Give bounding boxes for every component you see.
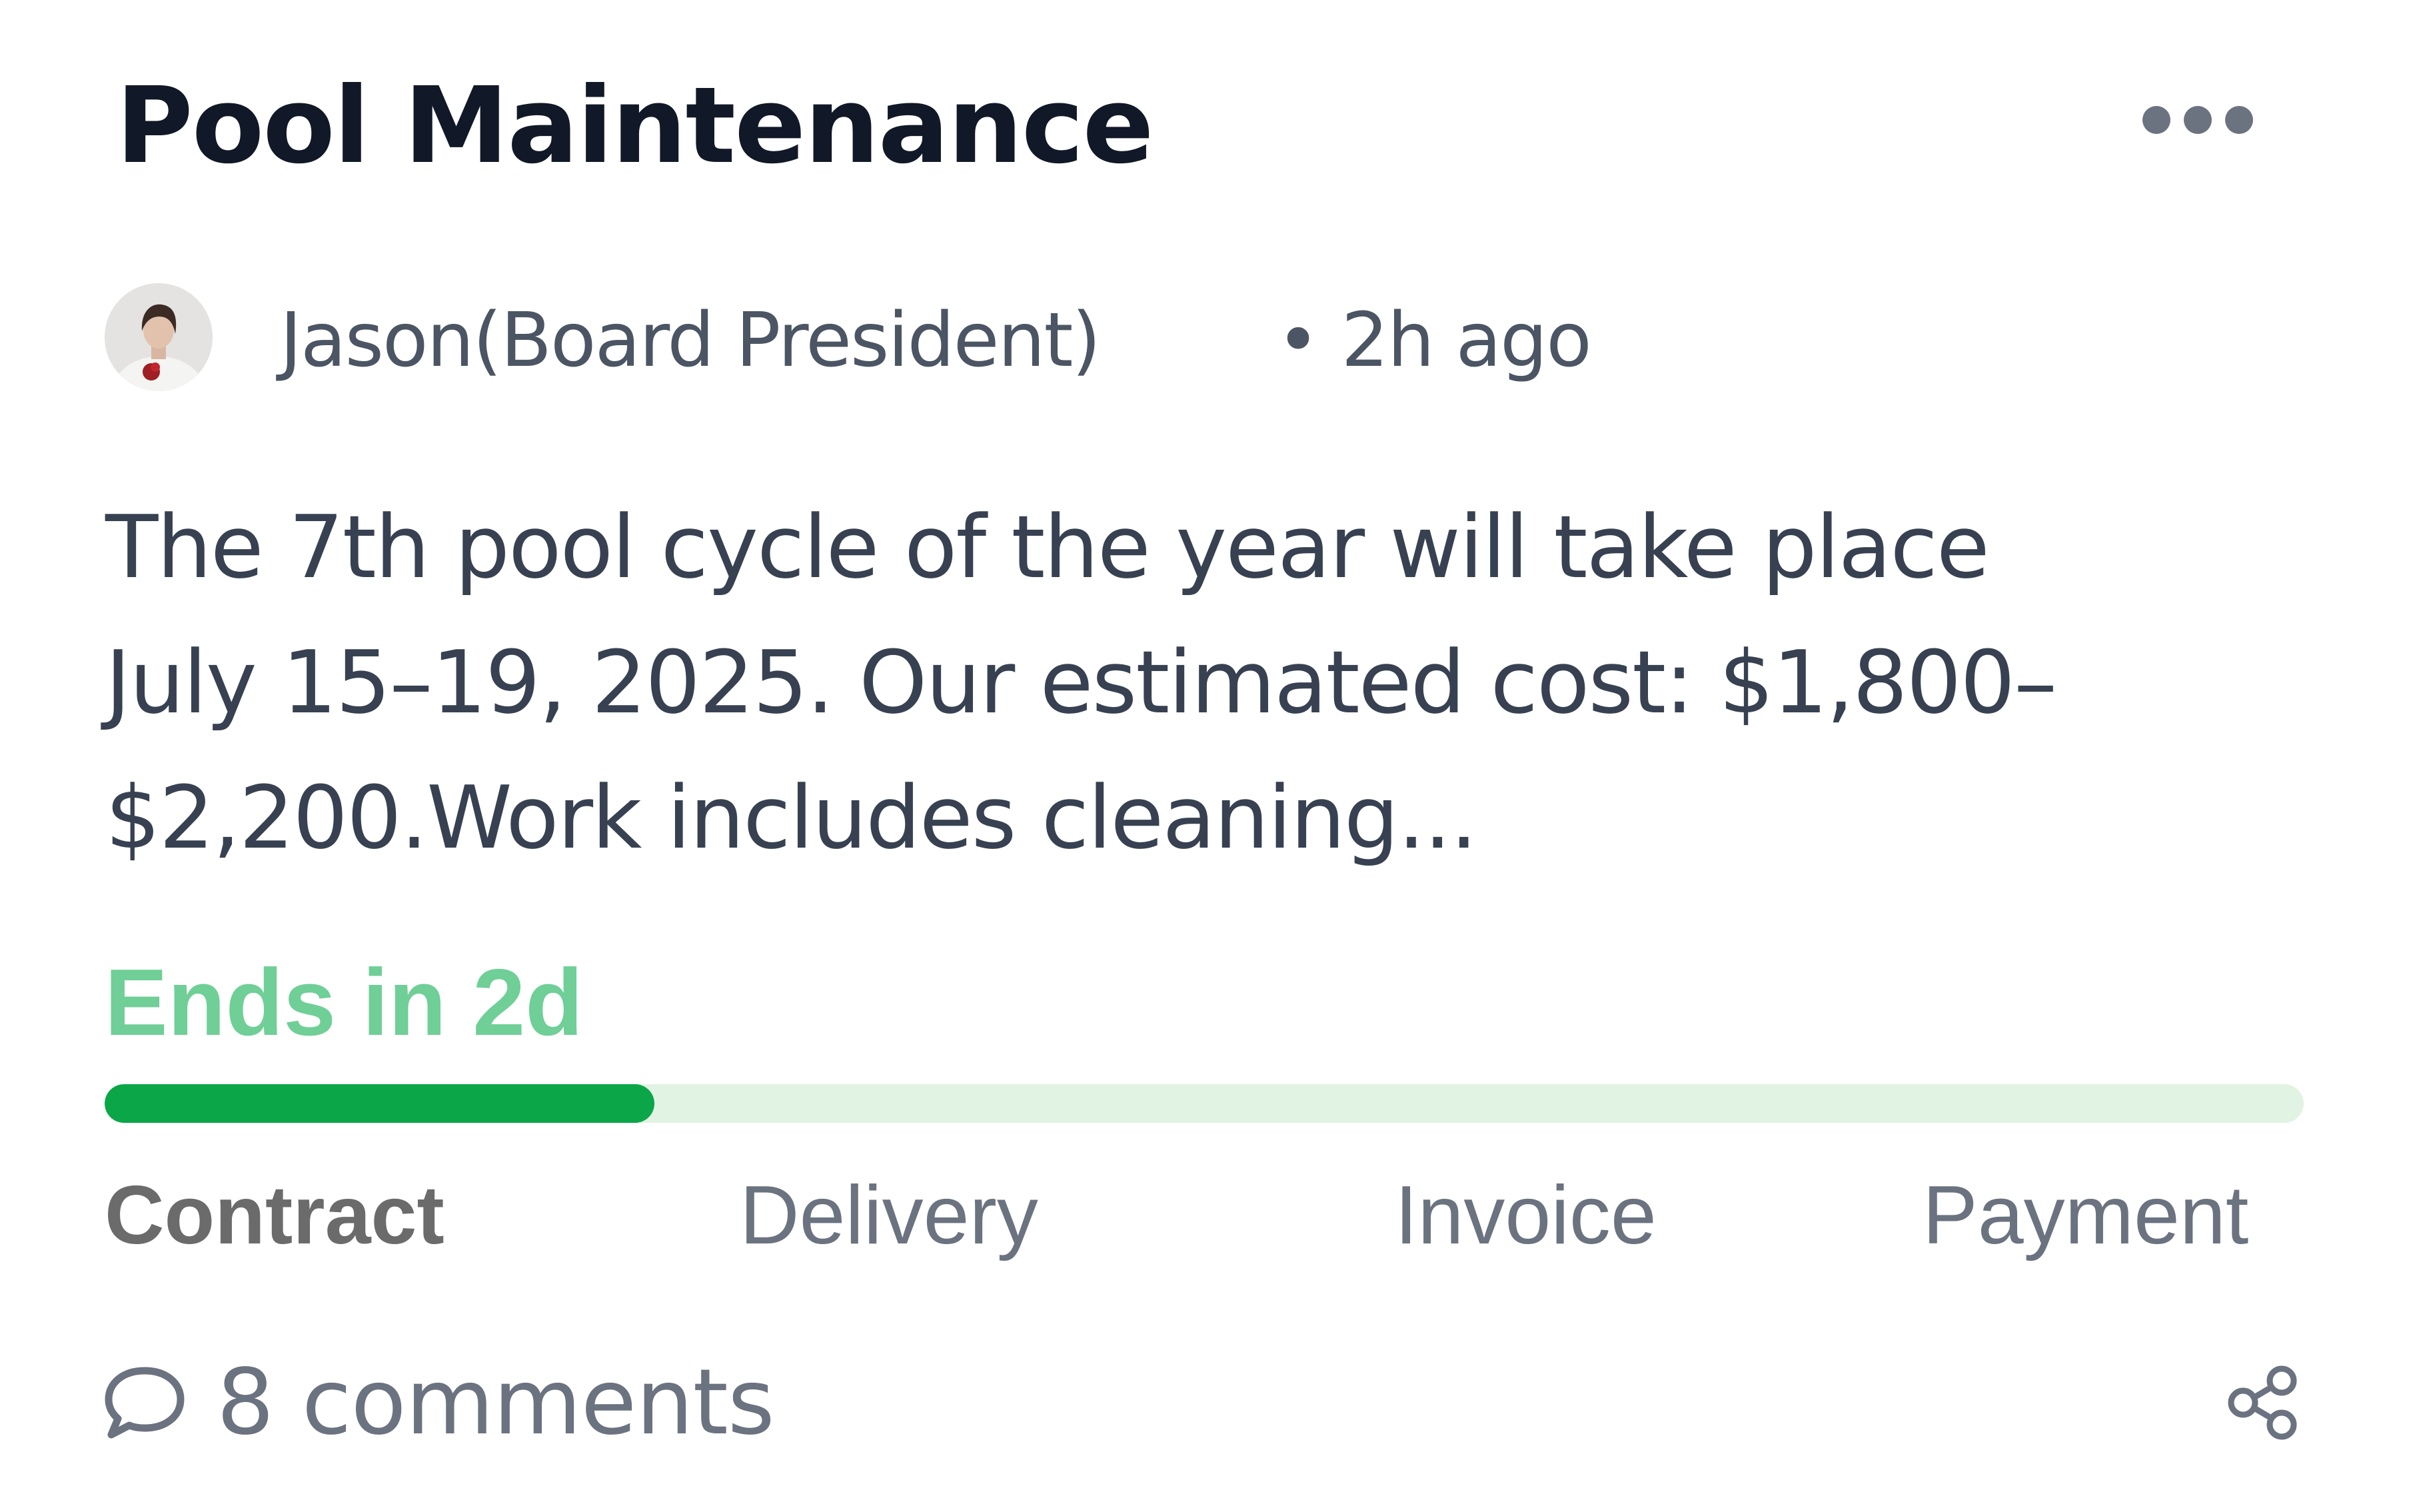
progress-bar [105,1084,2304,1123]
deadline-label: Ends in 2d [105,950,583,1056]
stage-delivery[interactable]: Delivery [740,1166,1038,1265]
share-button[interactable] [2224,1363,2304,1443]
more-options-button[interactable] [2142,97,2269,143]
author-name[interactable]: Jason(Board President) [280,299,1101,382]
stage-invoice[interactable]: Invoice [1395,1166,1657,1265]
comment-bubble-icon [105,1367,185,1439]
avatar[interactable] [105,283,213,391]
post-card: Pool Maintenance Jason(Board President) … [0,0,2409,1512]
comments-count: 8 comments [217,1350,775,1455]
progress-bar-fill [105,1084,654,1123]
more-dot-icon [2142,106,2170,134]
post-title: Pool Maintenance [116,65,1154,187]
stage-payment[interactable]: Payment [1923,1166,2248,1265]
post-body-line: The 7th pool cycle of the year will take… [105,496,1990,598]
more-dot-icon [2225,106,2253,134]
share-icon [2228,1365,2297,1440]
post-body-line: July 15–19, 2025. Our estimated cost: $1… [105,632,2057,733]
avatar-image-icon [105,283,213,391]
more-dot-icon [2184,106,2212,134]
post-timestamp: • 2h ago [1276,297,1592,384]
comments-button[interactable]: 8 comments [103,1349,775,1456]
post-body: The 7th pool cycle of the year will take… [105,480,2291,886]
stage-contract[interactable]: Contract [105,1166,444,1265]
post-body-line: $2,200.Work includes cleaning... [105,767,1477,868]
